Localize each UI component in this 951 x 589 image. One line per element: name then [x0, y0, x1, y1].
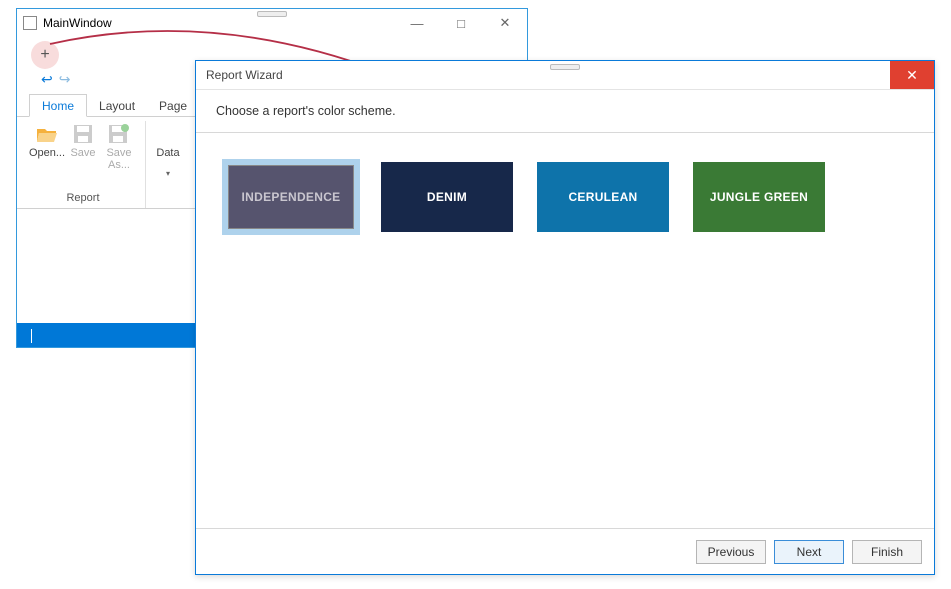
ribbon-group-label: Report	[66, 192, 99, 204]
drag-handle-icon[interactable]	[550, 64, 580, 70]
wizard-title: Report Wizard	[206, 68, 283, 82]
app-icon	[23, 16, 37, 30]
data-icon	[156, 123, 180, 145]
save-button[interactable]: Save	[65, 121, 101, 171]
minimize-button[interactable]: —	[395, 9, 439, 37]
wizard-close-button[interactable]: ✕	[890, 61, 934, 89]
tab-page[interactable]: Page	[147, 95, 199, 116]
data-dropdown[interactable]: Data ▾	[150, 121, 186, 178]
previous-button[interactable]: Previous	[696, 540, 766, 564]
redo-icon[interactable]: ↪	[59, 71, 71, 88]
color-scheme-cerulean[interactable]: CERULEAN	[534, 159, 672, 235]
drag-handle-icon[interactable]	[257, 11, 287, 17]
new-tab-button[interactable]: +	[31, 41, 59, 69]
save-as-icon	[107, 123, 131, 145]
color-scheme-independence[interactable]: INDEPENDENCE	[222, 159, 360, 235]
save-icon	[71, 123, 95, 145]
wizard-titlebar: Report Wizard ✕	[196, 61, 934, 89]
undo-icon[interactable]: ↩	[41, 71, 53, 88]
wizard-body: INDEPENDENCE DENIM CERULEAN JUNGLE GREEN	[196, 133, 934, 235]
ribbon-group-data: Data ▾	[145, 121, 190, 208]
open-button[interactable]: Open...	[29, 121, 65, 171]
quick-access-toolbar: ↩ ↪	[41, 71, 70, 88]
report-wizard-dialog: Report Wizard ✕ Choose a report's color …	[195, 60, 935, 575]
caret-icon	[31, 329, 32, 343]
close-icon: ✕	[906, 67, 918, 84]
next-button[interactable]: Next	[774, 540, 844, 564]
main-window-titlebar: MainWindow — □ ✕	[17, 9, 527, 37]
wizard-prompt: Choose a report's color scheme.	[196, 89, 934, 133]
folder-open-icon	[35, 123, 59, 145]
close-button[interactable]: ✕	[483, 9, 527, 37]
main-window-title: MainWindow	[43, 16, 112, 30]
chevron-down-icon: ▾	[166, 169, 170, 178]
color-scheme-denim[interactable]: DENIM	[378, 159, 516, 235]
ribbon-group-report: Open... Save Save As... Report	[25, 121, 141, 208]
save-as-button[interactable]: Save As...	[101, 121, 137, 171]
maximize-button[interactable]: □	[439, 9, 483, 37]
plus-icon: +	[40, 47, 49, 63]
tab-layout[interactable]: Layout	[87, 95, 147, 116]
tab-home[interactable]: Home	[29, 94, 87, 117]
wizard-footer: Previous Next Finish	[196, 528, 934, 574]
finish-button[interactable]: Finish	[852, 540, 922, 564]
color-scheme-jungle-green[interactable]: JUNGLE GREEN	[690, 159, 828, 235]
